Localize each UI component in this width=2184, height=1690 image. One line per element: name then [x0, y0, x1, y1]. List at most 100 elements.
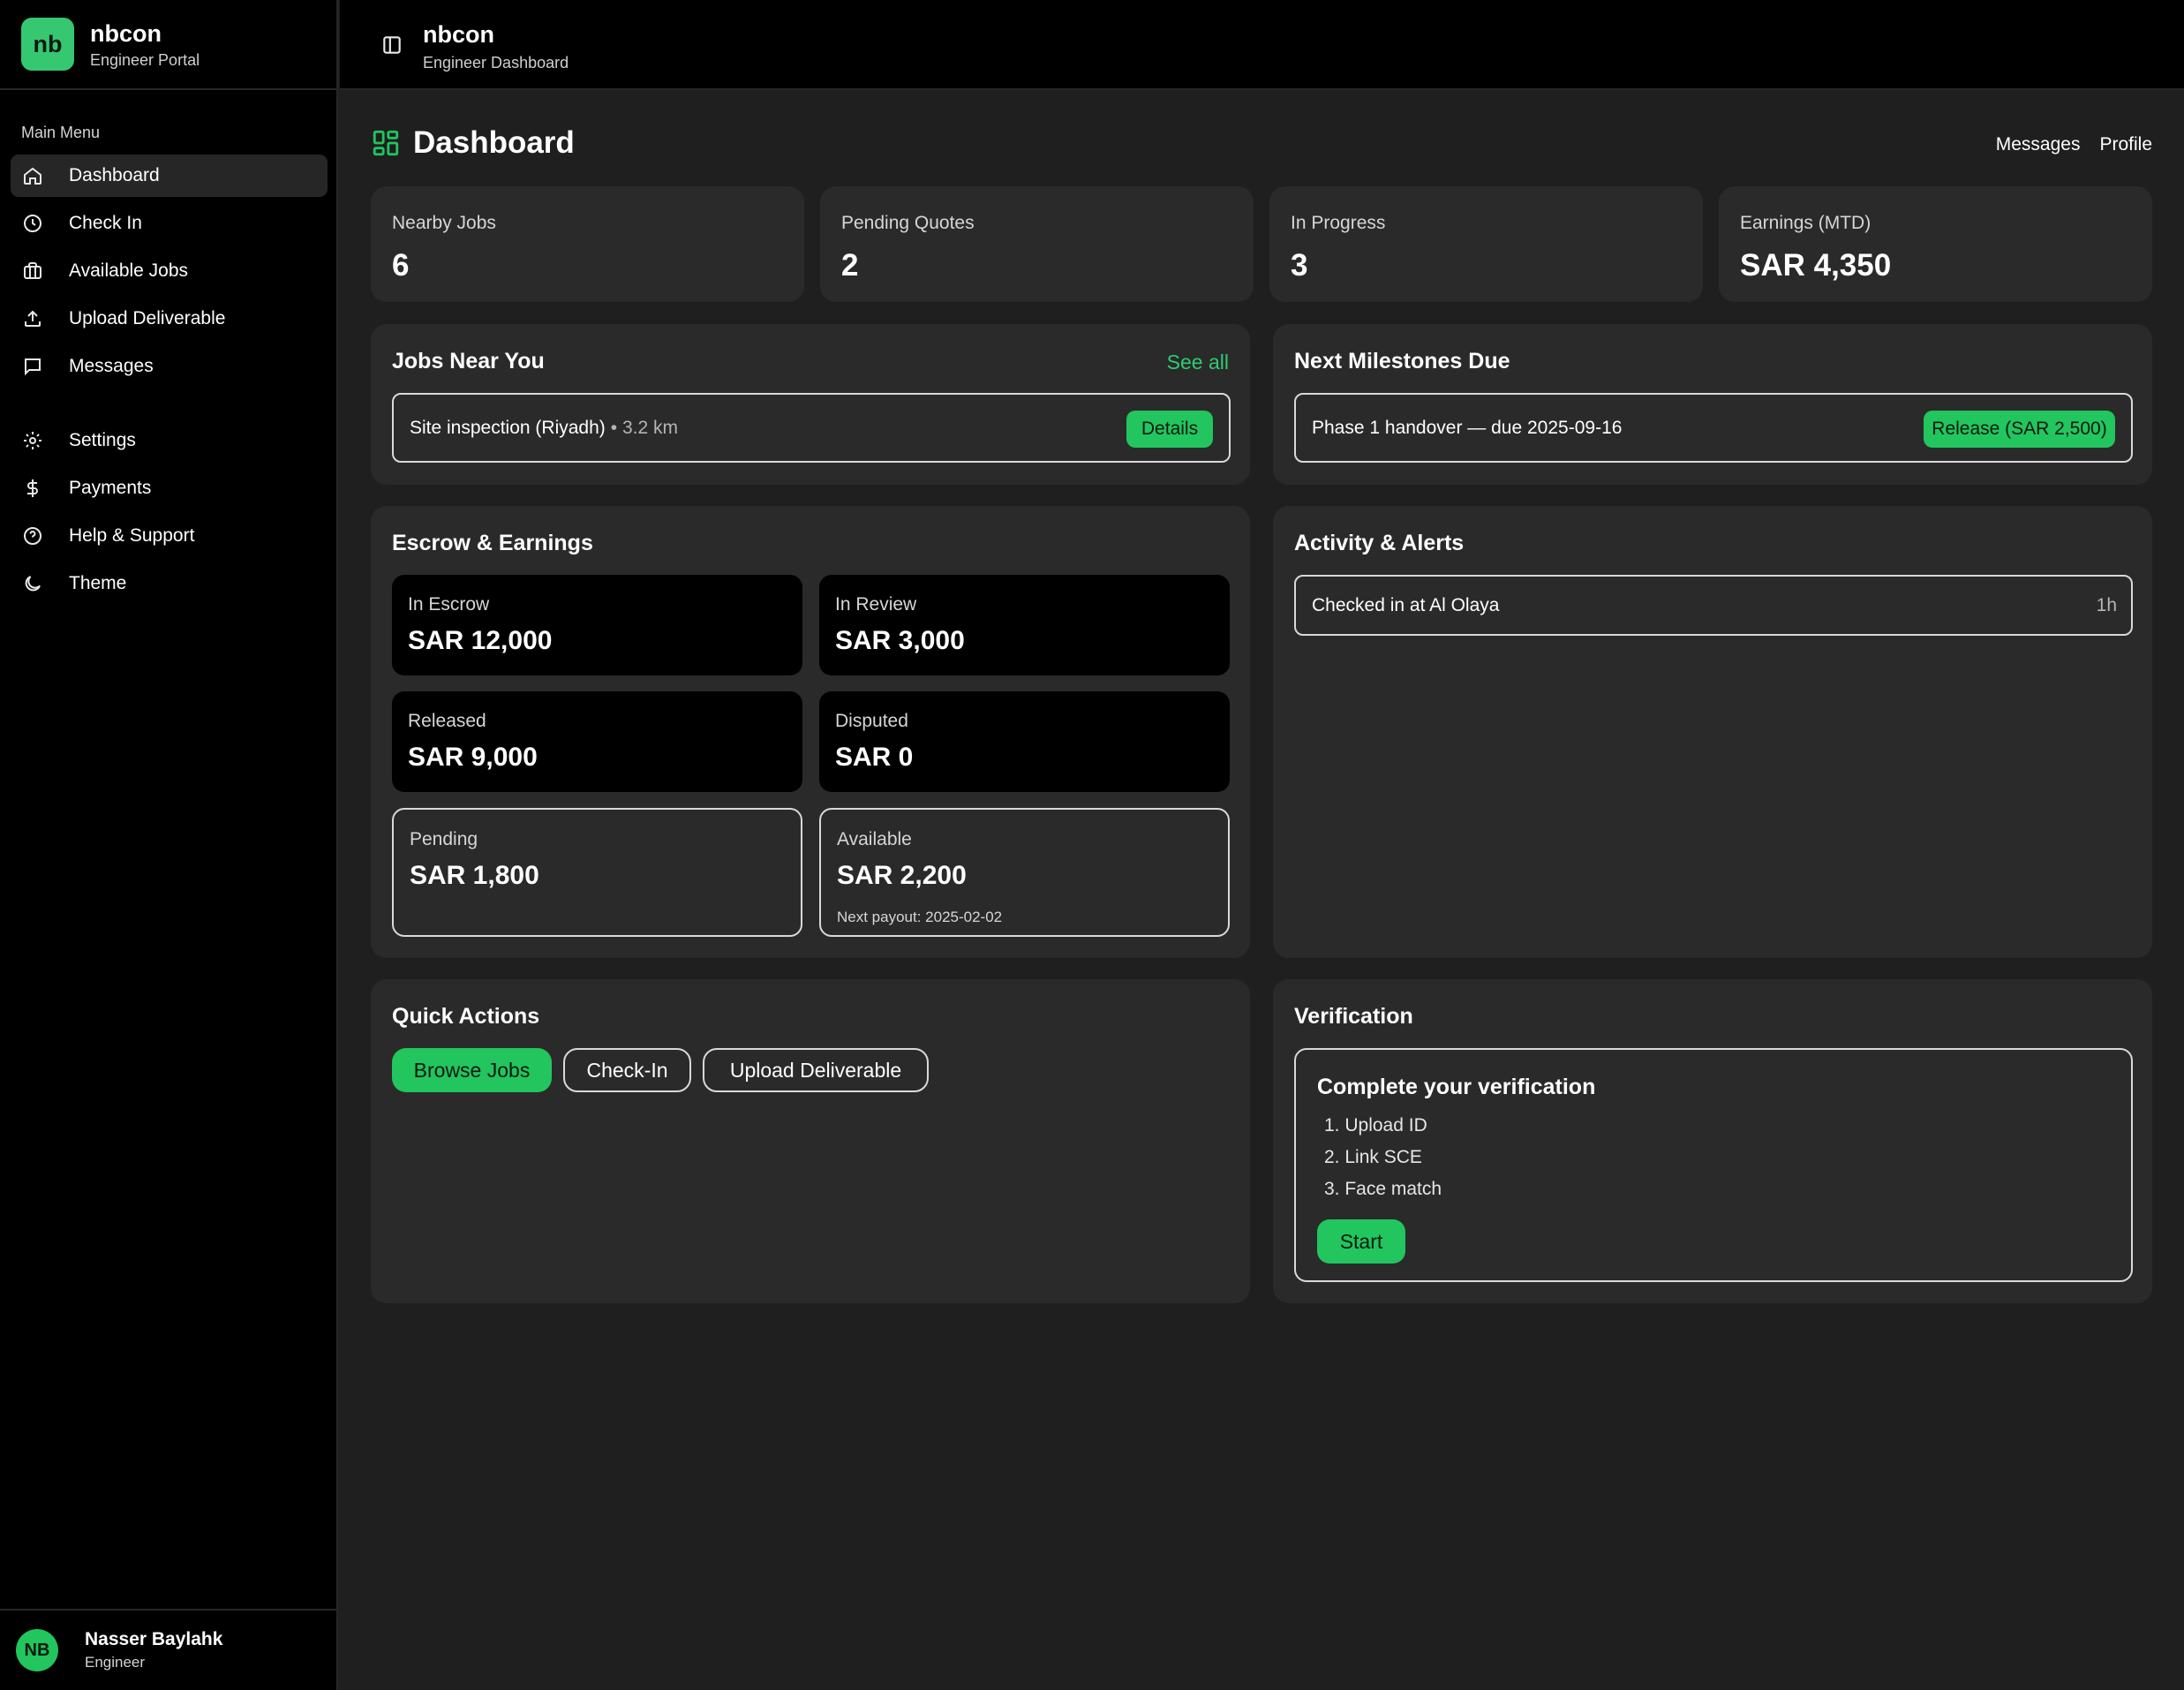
top-links: Messages Profile — [1996, 134, 2152, 155]
browse-jobs-button[interactable]: Browse Jobs — [392, 1048, 552, 1092]
dollar-icon — [21, 477, 44, 500]
brand-logo: nb — [21, 18, 74, 71]
stat-card-pending-quotes: Pending Quotes 2 — [820, 186, 1254, 302]
sidebar-item-check-in[interactable]: Check In — [11, 202, 328, 245]
tile-value: SAR 9,000 — [408, 743, 538, 772]
milestone-text: Phase 1 handover — due 2025-09-16 — [1312, 417, 1623, 438]
card-title: Verification — [1294, 1004, 1413, 1029]
card-title: Jobs Near You — [392, 349, 545, 373]
page-title: Dashboard — [371, 125, 575, 161]
jobs-near-card: Jobs Near You See all Site inspection (R… — [371, 324, 1250, 485]
start-verification-button[interactable]: Start — [1317, 1219, 1405, 1264]
verification-step: 2. Link SCE — [1324, 1147, 1422, 1167]
verification-box-title: Complete your verification — [1317, 1075, 1596, 1099]
brand-name: nbcon — [90, 19, 162, 47]
moon-icon — [21, 572, 44, 595]
sidebar-item-messages[interactable]: Messages — [11, 345, 328, 388]
sidebar-item-available-jobs[interactable]: Available Jobs — [11, 250, 328, 292]
tile-label: Released — [408, 711, 486, 731]
activity-text: Checked in at Al Olaya — [1312, 594, 1500, 615]
milestones-card: Next Milestones Due Phase 1 handover — d… — [1273, 324, 2152, 485]
next-payout-note: Next payout: 2025-02-02 — [837, 909, 1003, 925]
stat-label: Earnings (MTD) — [1740, 213, 1871, 233]
stat-card-nearby-jobs: Nearby Jobs 6 — [371, 186, 804, 302]
header-subtitle: Engineer Dashboard — [423, 54, 569, 72]
milestone-row: Phase 1 handover — due 2025-09-16 Releas… — [1294, 393, 2133, 463]
profile-link[interactable]: Profile — [2099, 134, 2152, 155]
sidebar-item-upload-deliverable[interactable]: Upload Deliverable — [11, 298, 328, 340]
sidebar: nb nbcon Engineer Portal Main Menu Dashb… — [0, 0, 338, 1690]
stat-value: SAR 4,350 — [1740, 248, 1892, 283]
user-profile[interactable]: NB Nasser Baylahk Engineer — [0, 1609, 336, 1690]
quick-actions-card: Quick Actions Browse Jobs Check-In Uploa… — [371, 979, 1250, 1303]
tile-label: Available — [837, 829, 912, 849]
escrow-tile-disputed: Disputed SAR 0 — [819, 691, 1230, 792]
verification-step: 3. Face match — [1324, 1179, 1442, 1199]
sidebar-item-help-support[interactable]: Help & Support — [11, 515, 328, 557]
gear-icon — [21, 429, 44, 452]
sidebar-item-label: Payments — [69, 478, 152, 498]
card-title: Escrow & Earnings — [392, 531, 593, 555]
sidebar-item-label: Upload Deliverable — [69, 308, 226, 328]
sidebar-item-dashboard[interactable]: Dashboard — [11, 155, 328, 197]
job-title: Site inspection (Riyadh) — [410, 417, 606, 438]
card-title: Activity & Alerts — [1294, 531, 1465, 555]
escrow-tile-pending: Pending SAR 1,800 — [392, 808, 802, 937]
tile-value: SAR 2,200 — [837, 861, 967, 890]
verification-card: Verification Complete your verification … — [1273, 979, 2152, 1303]
escrow-tile-released: Released SAR 9,000 — [392, 691, 802, 792]
stat-value: 2 — [841, 248, 859, 283]
activity-card: Activity & Alerts Checked in at Al Olaya… — [1273, 506, 2152, 958]
card-title: Next Milestones Due — [1294, 349, 1510, 373]
user-name: Nasser Baylahk — [85, 1629, 223, 1649]
messages-link[interactable]: Messages — [1996, 134, 2081, 155]
release-button[interactable]: Release (SAR 2,500) — [1924, 411, 2115, 448]
stat-card-in-progress: In Progress 3 — [1269, 186, 1703, 302]
activity-row: Checked in at Al Olaya 1h — [1294, 575, 2133, 636]
tile-value: SAR 1,800 — [410, 861, 539, 890]
home-icon — [21, 164, 44, 187]
escrow-tile-in-review: In Review SAR 3,000 — [819, 575, 1230, 675]
clock-icon — [21, 212, 44, 235]
sidebar-item-label: Available Jobs — [69, 260, 189, 281]
activity-time: 1h — [2096, 594, 2117, 615]
brand-subtitle: Engineer Portal — [90, 50, 200, 69]
sidebar-item-label: Messages — [69, 356, 154, 376]
sidebar-item-label: Check In — [69, 213, 142, 233]
tile-label: Pending — [410, 829, 478, 849]
message-icon — [21, 355, 44, 378]
verification-box: Complete your verification 1. Upload ID … — [1294, 1048, 2133, 1282]
tile-label: In Escrow — [408, 594, 490, 615]
sidebar-item-payments[interactable]: Payments — [11, 467, 328, 509]
see-all-link[interactable]: See all — [1167, 351, 1229, 374]
escrow-tile-in-escrow: In Escrow SAR 12,000 — [392, 575, 802, 675]
header-text: nbcon Engineer Dashboard — [423, 21, 569, 72]
check-in-button[interactable]: Check-In — [563, 1048, 691, 1092]
user-text: Nasser Baylahk Engineer — [85, 1629, 222, 1671]
tile-value: SAR 12,000 — [408, 626, 553, 655]
avatar: NB — [16, 1629, 58, 1671]
card-title: Quick Actions — [392, 1004, 540, 1029]
sidebar-item-settings[interactable]: Settings — [11, 419, 328, 462]
upload-icon — [21, 307, 44, 330]
tile-label: Disputed — [835, 711, 908, 731]
brand-text: nbcon Engineer Portal — [90, 19, 200, 70]
sidebar-item-label: Settings — [69, 430, 136, 450]
menu-section-label: Main Menu — [21, 124, 101, 141]
sidebar-toggle-icon[interactable] — [380, 34, 403, 57]
sidebar-item-theme[interactable]: Theme — [11, 562, 328, 605]
brand[interactable]: nb nbcon Engineer Portal — [0, 0, 336, 90]
user-role: Engineer — [85, 1654, 146, 1671]
job-row[interactable]: Site inspection (Riyadh) • 3.2 km Detail… — [392, 393, 1231, 463]
job-distance: • 3.2 km — [610, 417, 678, 438]
stat-card-earnings: Earnings (MTD) SAR 4,350 — [1719, 186, 2152, 302]
upload-deliverable-button[interactable]: Upload Deliverable — [703, 1048, 929, 1092]
stat-value: 6 — [392, 248, 410, 283]
sidebar-item-label: Help & Support — [69, 525, 195, 546]
sidebar-item-label: Dashboard — [69, 165, 160, 185]
details-button[interactable]: Details — [1126, 411, 1213, 448]
sidebar-item-label: Theme — [69, 573, 127, 593]
stat-label: Pending Quotes — [841, 213, 975, 233]
tile-label: In Review — [835, 594, 917, 615]
stat-value: 3 — [1291, 248, 1308, 283]
